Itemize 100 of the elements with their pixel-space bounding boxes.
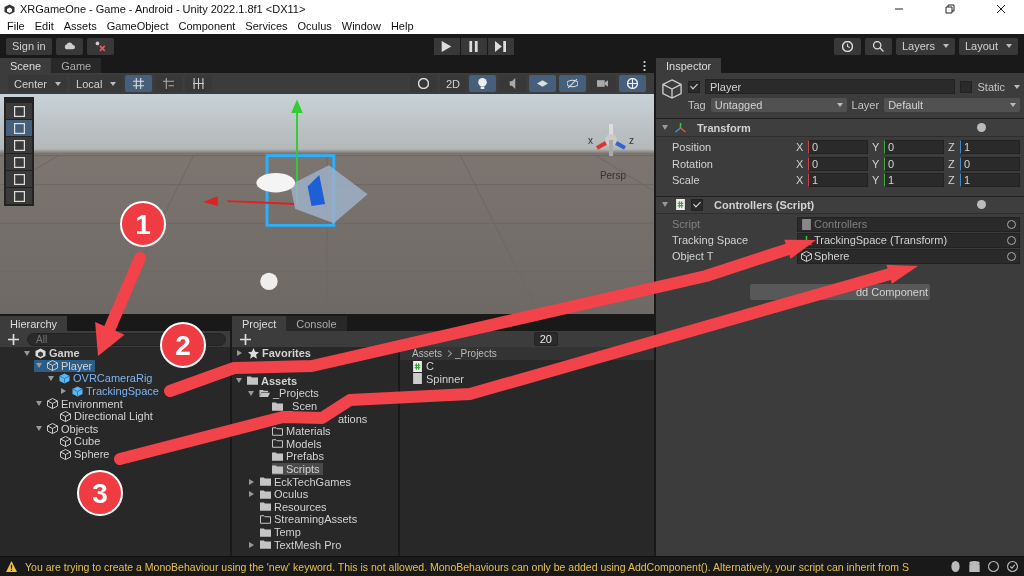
tree-item[interactable]: StreamingAssets: [260, 513, 361, 526]
panel-tab[interactable]: Game: [51, 58, 102, 73]
menu-item[interactable]: Window: [336, 20, 386, 32]
check-circle-icon[interactable]: [1007, 561, 1018, 572]
number-field[interactable]: 0: [808, 156, 868, 171]
tree-item[interactable]: Temp: [260, 525, 304, 539]
rotate-tool-button[interactable]: [6, 137, 32, 153]
pause-button[interactable]: [460, 37, 487, 55]
menu-item[interactable]: Services: [240, 20, 293, 32]
number-field[interactable]: 0: [884, 140, 944, 155]
shading-mode-button[interactable]: [409, 75, 437, 92]
hand-tool-button[interactable]: [6, 103, 32, 119]
lighting-toggle[interactable]: [469, 75, 496, 92]
tree-item[interactable]: Sphere: [60, 447, 113, 461]
play-button[interactable]: [433, 37, 460, 55]
tree-item[interactable]: OVRCameraRig: [46, 372, 156, 385]
panel-tab[interactable]: Hierarchy: [0, 316, 68, 331]
expand-arrow-icon[interactable]: [249, 491, 254, 498]
expand-arrow-icon[interactable]: [237, 350, 242, 357]
caret-icon[interactable]: [1014, 84, 1020, 89]
step-button[interactable]: [487, 37, 514, 55]
expand-arrow-icon[interactable]: [249, 541, 254, 548]
transform-tool-button[interactable]: [6, 188, 32, 204]
expand-arrow-icon[interactable]: [36, 426, 42, 432]
name-field[interactable]: Player: [705, 79, 956, 94]
menu-item[interactable]: GameObject: [101, 20, 174, 32]
tree-item[interactable]: Player: [34, 359, 96, 373]
increment-snap-button[interactable]: [155, 75, 183, 92]
tree-item[interactable]: Assets: [234, 374, 301, 388]
tree-item[interactable]: TextMesh Pro: [246, 538, 345, 551]
console-message[interactable]: You are trying to create a MonoBehaviour using the 'new' keyword. This is not allowed. MonoBehaviours can only be added using AddComponent(). Alternatively, your script can inherit from S: [25, 560, 909, 573]
panel-tab[interactable]: Project: [232, 316, 287, 331]
cloud-button[interactable]: [55, 37, 83, 55]
expand-arrow-icon[interactable]: [249, 478, 254, 485]
tree-item[interactable]: Materials: [272, 424, 334, 438]
tree-item[interactable]: _Projects: [246, 387, 322, 400]
tag-dropdown[interactable]: Untagged: [710, 98, 847, 112]
tree-item[interactable]: _Scen: [272, 399, 321, 413]
tree-item[interactable]: Environment: [34, 397, 126, 410]
tree-item[interactable]: Favorites: [234, 347, 314, 360]
orientation-gizmo-icon[interactable]: [595, 122, 627, 158]
effects-button[interactable]: [529, 75, 556, 92]
layer-dropdown[interactable]: Default: [884, 98, 1020, 112]
tree-item[interactable]: Models: [272, 437, 325, 451]
object-field[interactable]: Sphere: [797, 248, 1020, 264]
breadcrumb-item[interactable]: _Projects: [455, 348, 497, 359]
grid-snap-button[interactable]: [125, 75, 153, 92]
number-field[interactable]: 0: [884, 156, 944, 171]
scale-tool-button[interactable]: [6, 154, 32, 170]
tree-item[interactable]: Scripts: [272, 462, 323, 476]
camera-button[interactable]: [589, 75, 616, 92]
expand-arrow-icon[interactable]: [248, 391, 254, 396]
space-dropdown[interactable]: Local: [70, 75, 123, 92]
audio-button[interactable]: [499, 75, 526, 92]
component-header[interactable]: Controllers (Script): [656, 195, 1024, 214]
expand-arrow-icon[interactable]: [236, 378, 242, 384]
align-button[interactable]: [185, 75, 213, 92]
breadcrumb-item[interactable]: Assets: [412, 348, 442, 359]
panel-tab[interactable]: Inspector: [656, 58, 722, 73]
tree-item[interactable]: Objects: [34, 422, 102, 436]
number-field[interactable]: 0: [808, 140, 868, 155]
panel-tab[interactable]: Console: [286, 316, 347, 331]
number-field[interactable]: 0: [960, 156, 1020, 171]
expand-arrow-icon[interactable]: [61, 388, 66, 395]
menu-item[interactable]: Assets: [58, 20, 102, 32]
number-field[interactable]: 1: [960, 173, 1020, 188]
menu-item[interactable]: Oculus: [292, 20, 337, 32]
tree-item[interactable]: ations: [338, 412, 371, 425]
history-button[interactable]: [833, 37, 861, 55]
menu-item[interactable]: Component: [173, 20, 241, 32]
number-field[interactable]: 1: [808, 173, 868, 188]
layers-dropdown[interactable]: Layers: [895, 37, 955, 55]
tree-item[interactable]: Directional Light: [60, 409, 156, 423]
static-checkbox[interactable]: [960, 80, 973, 93]
2d-toggle[interactable]: 2D: [439, 75, 466, 92]
tree-item[interactable]: Cube: [60, 435, 104, 448]
expand-arrow-icon[interactable]: [36, 401, 42, 407]
expand-arrow-icon[interactable]: [48, 376, 54, 381]
number-field[interactable]: 1: [960, 140, 1020, 155]
number-field[interactable]: 1: [884, 173, 944, 188]
move-tool-button[interactable]: [6, 120, 32, 136]
tree-item[interactable]: Game: [22, 347, 83, 360]
close-icon[interactable]: [996, 4, 1006, 14]
tree-item[interactable]: Resources: [260, 500, 330, 514]
enabled-checkbox[interactable]: [691, 198, 703, 211]
collab-button[interactable]: [86, 37, 114, 55]
gizmos-toggle[interactable]: [619, 75, 646, 92]
tree-item[interactable]: Prefabs: [272, 450, 327, 463]
panel-tab[interactable]: Scene: [0, 58, 52, 73]
tree-item[interactable]: EckTechGames: [246, 475, 355, 488]
menu-item[interactable]: File: [2, 20, 30, 32]
more-options-icon[interactable]: [643, 60, 646, 71]
layout-dropdown[interactable]: Layout: [959, 37, 1018, 55]
active-checkbox[interactable]: [688, 80, 700, 93]
expand-arrow-icon[interactable]: [24, 350, 30, 356]
object-field[interactable]: TrackingSpace (Transform): [797, 232, 1020, 248]
pivot-dropdown[interactable]: Center: [8, 75, 68, 92]
tree-item[interactable]: TrackingSpace: [58, 384, 162, 398]
rect-tool-button[interactable]: [6, 171, 32, 187]
database-icon[interactable]: [969, 561, 980, 572]
